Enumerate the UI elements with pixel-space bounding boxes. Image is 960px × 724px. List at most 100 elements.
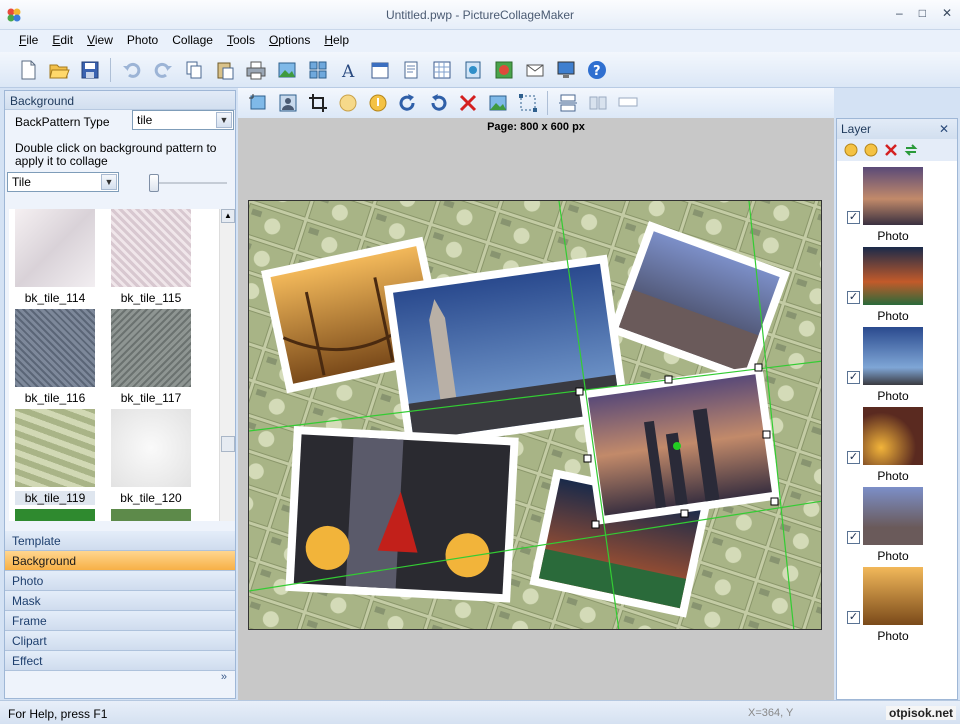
wallpaper-button[interactable] (552, 56, 579, 83)
scroll-up-icon[interactable]: ▲ (221, 209, 235, 223)
collage-image (249, 201, 821, 629)
rotate-right-button[interactable] (394, 90, 421, 117)
replace-photo-button[interactable] (274, 90, 301, 117)
layer-refresh-icon[interactable] (903, 142, 919, 158)
pattern-thumbnail[interactable]: bk_tile_115 (111, 209, 191, 305)
close-button[interactable]: ✕ (942, 6, 952, 20)
minimize-button[interactable]: – (896, 6, 903, 20)
email-button[interactable] (521, 56, 548, 83)
clipart-button[interactable] (490, 56, 517, 83)
layer-label: Photo (877, 629, 909, 643)
layer-visibility-checkbox[interactable]: ✓ (847, 531, 860, 544)
calendar-button[interactable] (366, 56, 393, 83)
menu-collage[interactable]: Collage (165, 30, 220, 52)
tab-photo[interactable]: Photo (5, 571, 235, 591)
chevron-down-icon: ▼ (101, 174, 117, 190)
send-backward-button[interactable] (364, 90, 391, 117)
crop-photo-button[interactable] (244, 90, 271, 117)
more-tabs-button[interactable]: » (5, 671, 235, 683)
layer-item[interactable]: ✓ Photo (845, 567, 955, 647)
new-file-icon (21, 60, 35, 79)
edit-photo-icon (489, 95, 506, 111)
pattern-thumbnail-partial (111, 509, 191, 521)
layer-item[interactable]: ✓ Photo (845, 167, 955, 247)
pattern-thumbnail[interactable]: bk_tile_116 (15, 309, 95, 405)
layer-visibility-checkbox[interactable]: ✓ (847, 211, 860, 224)
pattern-thumbnail[interactable]: bk_tile_114 (15, 209, 95, 305)
layer-item[interactable]: ✓ Photo (845, 407, 955, 487)
edit-photo-button[interactable] (484, 90, 511, 117)
size-button[interactable] (614, 90, 641, 117)
pattern-thumbnail[interactable]: bk_tile_120 (111, 409, 191, 505)
undo-button[interactable] (118, 56, 145, 83)
distribute-button[interactable] (584, 90, 611, 117)
pattern-mode-select[interactable]: Tile ▼ (7, 172, 119, 192)
distribute-icon (589, 96, 606, 110)
layer-delete-icon[interactable] (883, 142, 899, 158)
tab-effect[interactable]: Effect (5, 651, 235, 671)
menu-edit[interactable]: Edit (45, 30, 80, 52)
tab-mask[interactable]: Mask (5, 591, 235, 611)
maximize-button[interactable]: □ (919, 6, 926, 20)
menu-view[interactable]: View (80, 30, 120, 52)
document-icon (404, 61, 417, 78)
thumbnail-scrollbar[interactable]: ▲ (219, 209, 235, 521)
backpattern-select[interactable]: tile ▼ (132, 110, 234, 130)
tab-clipart[interactable]: Clipart (5, 631, 235, 651)
frame-button[interactable] (459, 56, 486, 83)
canvas-workspace: Page: 800 x 600 px (238, 118, 834, 700)
align-button[interactable] (554, 90, 581, 117)
menu-help[interactable]: Help (317, 30, 356, 52)
close-icon[interactable]: ✕ (939, 122, 949, 136)
new-file-button[interactable] (14, 56, 41, 83)
crop-photo-icon (248, 94, 265, 110)
scroll-thumb[interactable] (221, 436, 235, 452)
layer-item[interactable]: ✓ Photo (845, 487, 955, 567)
rotate-left-button[interactable] (424, 90, 451, 117)
menu-file[interactable]: File (12, 30, 45, 52)
tab-frame[interactable]: Frame (5, 611, 235, 631)
layer-visibility-checkbox[interactable]: ✓ (847, 371, 860, 384)
pattern-thumbnail[interactable]: bk_tile_117 (111, 309, 191, 405)
paste-button[interactable] (211, 56, 238, 83)
slider-handle[interactable] (149, 174, 159, 192)
help-button[interactable]: ? (583, 56, 610, 83)
redo-button[interactable] (149, 56, 176, 83)
background-panel: Background BackPattern Type tile ▼ Doubl… (4, 90, 236, 699)
delete-button[interactable] (454, 90, 481, 117)
photo-grid-button[interactable] (304, 56, 331, 83)
rotate-right-icon (399, 94, 415, 111)
layer-visibility-checkbox[interactable]: ✓ (847, 451, 860, 464)
layer-up-icon[interactable] (843, 142, 859, 158)
print-button[interactable] (242, 56, 269, 83)
page-size-label: Page: 800 x 600 px (487, 121, 585, 133)
bring-forward-button[interactable] (334, 90, 361, 117)
tab-background[interactable]: Background (5, 551, 235, 571)
opacity-slider[interactable] (145, 171, 233, 195)
menu-options[interactable]: Options (262, 30, 317, 52)
add-text-button[interactable]: A (335, 56, 362, 83)
fit-button[interactable] (514, 90, 541, 117)
frame-icon (465, 61, 480, 78)
save-button[interactable] (76, 56, 103, 83)
grid-button[interactable] (428, 56, 455, 83)
pattern-thumbnail-selected[interactable]: bk_tile_119 (15, 409, 95, 505)
watermark-text: otpisok.net (885, 706, 956, 720)
delete-icon (459, 94, 476, 112)
copy-button[interactable] (180, 56, 207, 83)
fit-icon (518, 94, 537, 112)
crop-button[interactable] (304, 90, 331, 117)
open-button[interactable] (45, 56, 72, 83)
layer-item[interactable]: ✓ Photo (845, 247, 955, 327)
calendar-icon (371, 62, 388, 78)
document-button[interactable] (397, 56, 424, 83)
layer-item[interactable]: ✓ Photo (845, 327, 955, 407)
collage-canvas[interactable] (248, 200, 822, 630)
add-photo-button[interactable] (273, 56, 300, 83)
layer-down-icon[interactable] (863, 142, 879, 158)
layer-visibility-checkbox[interactable]: ✓ (847, 611, 860, 624)
layer-visibility-checkbox[interactable]: ✓ (847, 291, 860, 304)
menu-photo[interactable]: Photo (120, 30, 165, 52)
menu-tools[interactable]: Tools (220, 30, 262, 52)
tab-template[interactable]: Template (5, 531, 235, 551)
